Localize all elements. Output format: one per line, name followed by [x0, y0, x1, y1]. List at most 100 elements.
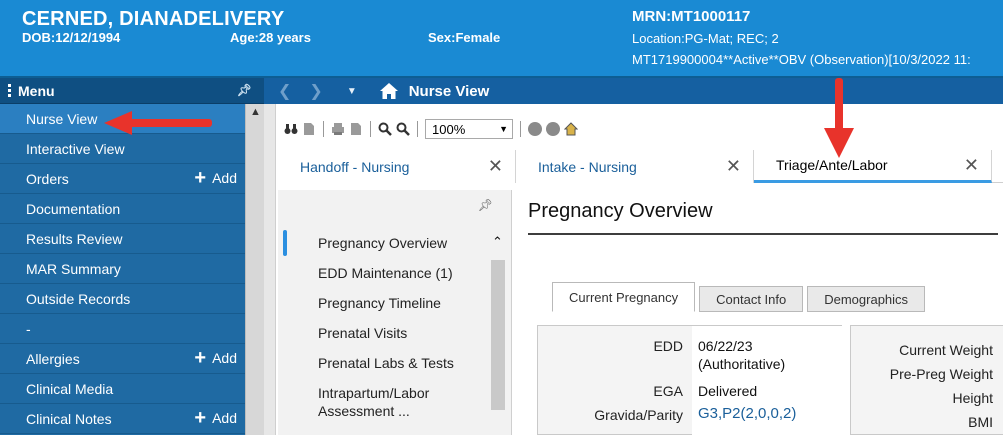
tab-triage-ante-labor[interactable]: Triage/Ante/Labor ✕ [754, 150, 992, 183]
add-label: Add [212, 170, 237, 186]
tab-current-pregnancy[interactable]: Current Pregnancy [552, 282, 696, 312]
section-title: Pregnancy Overview [528, 200, 713, 222]
pin-icon[interactable]: 📌︎ [478, 198, 493, 212]
home-outline-icon[interactable] [564, 122, 578, 136]
add-label: Add [212, 410, 237, 426]
document-tabs: Handoff - Nursing ✕ Intake - Nursing ✕ T… [278, 150, 1003, 183]
allergies-add-button[interactable]: + Add [194, 347, 237, 369]
menu-item-label: Clinical Notes [26, 410, 112, 427]
tab-demographics[interactable]: Demographics [807, 286, 926, 312]
zoom-in-icon[interactable] [396, 122, 410, 136]
menu-item-clinical-media[interactable]: Clinical Media [0, 374, 245, 404]
menu-item-clinical-notes[interactable]: Clinical Notes + Add [0, 404, 245, 434]
patient-sex: Sex:Female [428, 30, 501, 45]
scroll-up-icon[interactable]: ▲ [250, 106, 261, 118]
toolbar-separator [370, 121, 371, 137]
plus-icon: + [194, 347, 207, 369]
section-item-prenatal-visits[interactable]: Prenatal Visits [318, 324, 488, 354]
menu-item-label: Outside Records [26, 290, 131, 307]
section-item-pregnancy-overview[interactable]: Pregnancy Overview [318, 234, 488, 264]
patient-encounter: MT1719900004**Active**OBV (Observation)[… [632, 52, 971, 67]
chevron-up-icon[interactable]: ⌃ [492, 234, 503, 250]
close-icon[interactable]: ✕ [488, 156, 503, 177]
menu-item-documentation[interactable]: Documentation [0, 194, 245, 224]
zoom-select[interactable]: 100% ▼ [425, 119, 513, 139]
menu-item-interactive-view[interactable]: Interactive View [0, 134, 245, 164]
patient-mrn: MRN:MT1000117 [632, 8, 751, 25]
menu-item-mar-summary[interactable]: MAR Summary [0, 254, 245, 284]
add-label: Add [212, 350, 237, 366]
overview-tabs: Current Pregnancy Contact Info Demograph… [552, 282, 929, 312]
close-icon[interactable]: ✕ [726, 156, 741, 177]
main-left-gutter [264, 104, 276, 435]
menu-item-outside-records[interactable]: Outside Records [0, 284, 245, 314]
scroll-thumb[interactable] [491, 260, 505, 410]
plus-icon: + [194, 167, 207, 189]
ega-label: EGA [653, 383, 683, 399]
menu-item-results-review[interactable]: Results Review [0, 224, 245, 254]
title-divider [528, 233, 998, 235]
page-title: Nurse View [408, 82, 490, 100]
circle-icon[interactable] [528, 122, 542, 136]
toolbar-separator [520, 121, 521, 137]
patient-banner: CERNED, DIANADELIVERY DOB:12/12/1994 Age… [0, 0, 1003, 78]
print-icon[interactable] [331, 122, 345, 136]
pin-icon[interactable]: 📌︎ [237, 83, 252, 97]
pregnancy-details-card: EDD 06/22/23 (Authoritative) EGA Deliver… [537, 325, 842, 435]
forward-arrow-icon[interactable]: ❯ [309, 81, 322, 101]
home-icon[interactable] [379, 82, 399, 100]
edd-value: 06/22/23 [698, 338, 753, 354]
menu-header: Menu 📌︎ [0, 78, 264, 104]
menu-title: Menu [18, 82, 55, 99]
tab-intake-nursing[interactable]: Intake - Nursing ✕ [516, 150, 754, 183]
section-item-intrapartum-labor[interactable]: Intrapartum/Labor Assessment ... [318, 384, 488, 428]
toolbar-separator [417, 121, 418, 137]
toolbar: 100% ▼ [284, 118, 578, 140]
menu-item-label: - [26, 320, 31, 337]
zoom-out-icon[interactable] [378, 122, 392, 136]
close-icon[interactable]: ✕ [964, 155, 979, 176]
patient-dob: DOB:12/12/1994 [22, 30, 121, 45]
menu-item-label: MAR Summary [26, 260, 121, 277]
section-item-pregnancy-timeline[interactable]: Pregnancy Timeline [318, 294, 488, 324]
menu-item-label: Results Review [26, 230, 123, 247]
selected-indicator [283, 230, 287, 256]
section-list: Pregnancy Overview EDD Maintenance (1) P… [318, 234, 488, 428]
menu-item-allergies[interactable]: Allergies + Add [0, 344, 245, 374]
bmi-label: BMI [968, 414, 993, 430]
zoom-value: 100% [432, 121, 466, 137]
clinical-notes-add-button[interactable]: + Add [194, 407, 237, 429]
nav-bar: ❮ ❯ ▼ Nurse View [264, 78, 1003, 104]
menu-scrollbar[interactable]: ▲ [245, 104, 264, 435]
menu-item-label: Documentation [26, 200, 121, 217]
back-arrow-icon[interactable]: ❮ [278, 81, 291, 101]
menu-item-label: Clinical Media [26, 380, 114, 397]
section-item-prenatal-labs[interactable]: Prenatal Labs & Tests [318, 354, 488, 384]
binoculars-icon[interactable] [284, 122, 298, 136]
tab-contact-info[interactable]: Contact Info [699, 286, 804, 312]
red-annotation-arrow-icon [824, 78, 854, 158]
orders-add-button[interactable]: + Add [194, 167, 237, 189]
section-scrollbar[interactable]: ⌃ [488, 230, 508, 435]
menu-grip-icon[interactable] [8, 84, 11, 98]
chevron-down-icon[interactable]: ▼ [347, 86, 357, 97]
section-item-edd-maintenance[interactable]: EDD Maintenance (1) [318, 264, 488, 294]
document-icon[interactable] [302, 122, 316, 136]
gravida-parity-value[interactable]: G3,P2(2,0,0,2) [698, 405, 796, 422]
toolbar-separator [323, 121, 324, 137]
chevron-down-icon: ▼ [499, 124, 508, 134]
patient-age: Age:28 years [230, 30, 311, 45]
menu-item-orders[interactable]: Orders + Add [0, 164, 245, 194]
tab-handoff-nursing[interactable]: Handoff - Nursing ✕ [278, 150, 516, 183]
circle-icon[interactable] [546, 122, 560, 136]
patient-name[interactable]: CERNED, DIANADELIVERY [22, 8, 284, 31]
plus-icon: + [194, 407, 207, 429]
vitals-card: Current Weight Pre-Preg Weight Height BM… [850, 325, 1003, 435]
menu-item-separator[interactable]: - [0, 314, 245, 344]
tab-label: Handoff - Nursing [300, 158, 410, 175]
menu-item-label: Orders [26, 170, 69, 187]
menu-item-label: Nurse View [26, 110, 98, 127]
document-export-icon[interactable] [349, 122, 363, 136]
ega-value: Delivered [698, 383, 758, 399]
tab-label: Triage/Ante/Labor [776, 157, 888, 173]
